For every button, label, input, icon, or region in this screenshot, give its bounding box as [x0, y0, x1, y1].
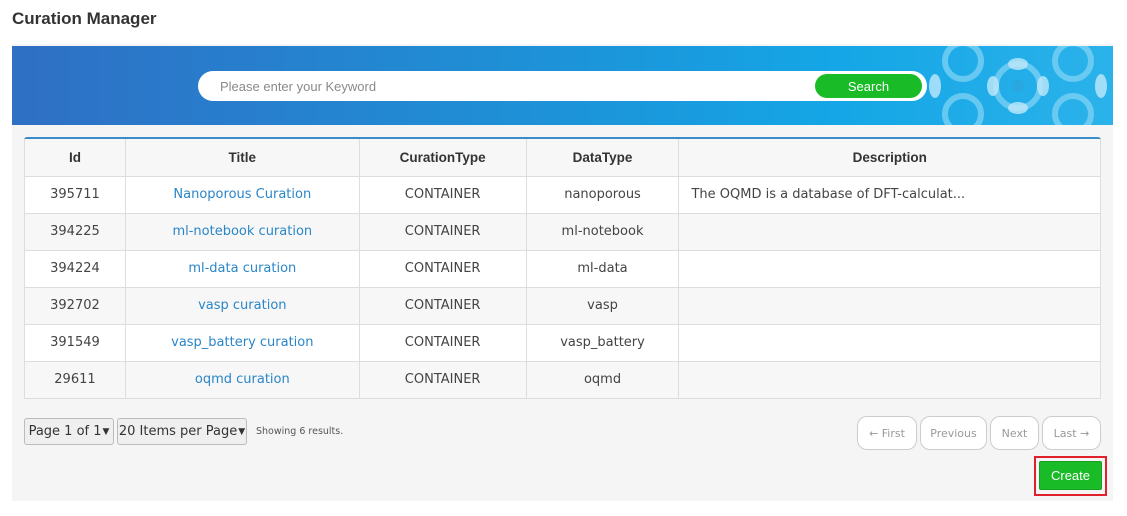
title-link[interactable]: vasp curation [198, 298, 286, 313]
cell-id: 395711 [24, 175, 126, 214]
table-row[interactable]: 391549 vasp_battery curation CONTAINER v… [24, 323, 1101, 362]
table-row[interactable]: 395711 Nanoporous Curation CONTAINER nan… [24, 175, 1101, 214]
caret-down-icon: ▼ [238, 426, 246, 437]
cell-id: 394224 [24, 249, 126, 288]
cell-description [678, 249, 1101, 288]
cell-curation-type: CONTAINER [358, 360, 527, 399]
page-select-dropdown[interactable]: Page 1 of 1 ▼ [24, 418, 114, 445]
search-input[interactable] [220, 71, 800, 101]
column-header-id[interactable]: Id [24, 139, 126, 177]
cell-id: 29611 [24, 360, 126, 399]
table-row[interactable]: 394224 ml-data curation CONTAINER ml-dat… [24, 249, 1101, 288]
previous-page-button[interactable]: Previous [920, 416, 987, 450]
cell-description [678, 360, 1101, 399]
table-row[interactable]: 29611 oqmd curation CONTAINER oqmd [24, 360, 1101, 399]
curation-table: Id Title CurationType DataType Descripti… [24, 137, 1101, 399]
per-page-dropdown[interactable]: 20 Items per Page ▼ [117, 418, 247, 445]
cell-id: 392702 [24, 286, 126, 325]
cell-data-type: oqmd [525, 360, 680, 399]
title-link[interactable]: vasp_battery curation [171, 335, 313, 350]
cell-data-type: vasp [525, 286, 680, 325]
column-header-curation-type[interactable]: CurationType [358, 139, 527, 177]
cell-description [678, 212, 1101, 251]
cell-id: 394225 [24, 212, 126, 251]
page-select-label: Page 1 of 1 [28, 424, 102, 439]
search-button[interactable]: Search [815, 74, 922, 98]
search-box: Search [198, 71, 927, 101]
decorative-pattern-icon [929, 46, 1107, 125]
cell-data-type: vasp_battery [525, 323, 680, 362]
cell-curation-type: CONTAINER [358, 175, 527, 214]
cell-curation-type: CONTAINER [358, 286, 527, 325]
title-link[interactable]: Nanoporous Curation [173, 187, 311, 202]
last-page-button[interactable]: Last → [1042, 416, 1101, 450]
cell-curation-type: CONTAINER [358, 323, 527, 362]
table-header-row: Id Title CurationType DataType Descripti… [24, 139, 1101, 177]
cell-data-type: nanoporous [525, 175, 680, 214]
title-link[interactable]: oqmd curation [195, 372, 290, 387]
cell-id: 391549 [24, 323, 126, 362]
table-row[interactable]: 392702 vasp curation CONTAINER vasp [24, 286, 1101, 325]
column-header-data-type[interactable]: DataType [525, 139, 680, 177]
column-header-title[interactable]: Title [124, 139, 360, 177]
cell-curation-type: CONTAINER [358, 212, 527, 251]
first-page-button[interactable]: ← First [857, 416, 917, 450]
next-page-button[interactable]: Next [990, 416, 1039, 450]
cell-data-type: ml-notebook [525, 212, 680, 251]
caret-down-icon: ▼ [102, 426, 110, 437]
cell-description [678, 286, 1101, 325]
per-page-label: 20 Items per Page [118, 424, 238, 439]
cell-data-type: ml-data [525, 249, 680, 288]
title-link[interactable]: ml-data curation [188, 261, 296, 276]
results-count: Showing 6 results. [256, 426, 344, 437]
create-button[interactable]: Create [1039, 461, 1102, 490]
cell-curation-type: CONTAINER [358, 249, 527, 288]
cell-description: The OQMD is a database of DFT-calculat..… [678, 175, 1101, 214]
title-link[interactable]: ml-notebook curation [172, 224, 312, 239]
column-header-description[interactable]: Description [678, 139, 1101, 177]
cell-description [678, 323, 1101, 362]
page-title: Curation Manager [12, 9, 157, 28]
table-row[interactable]: 394225 ml-notebook curation CONTAINER ml… [24, 212, 1101, 251]
